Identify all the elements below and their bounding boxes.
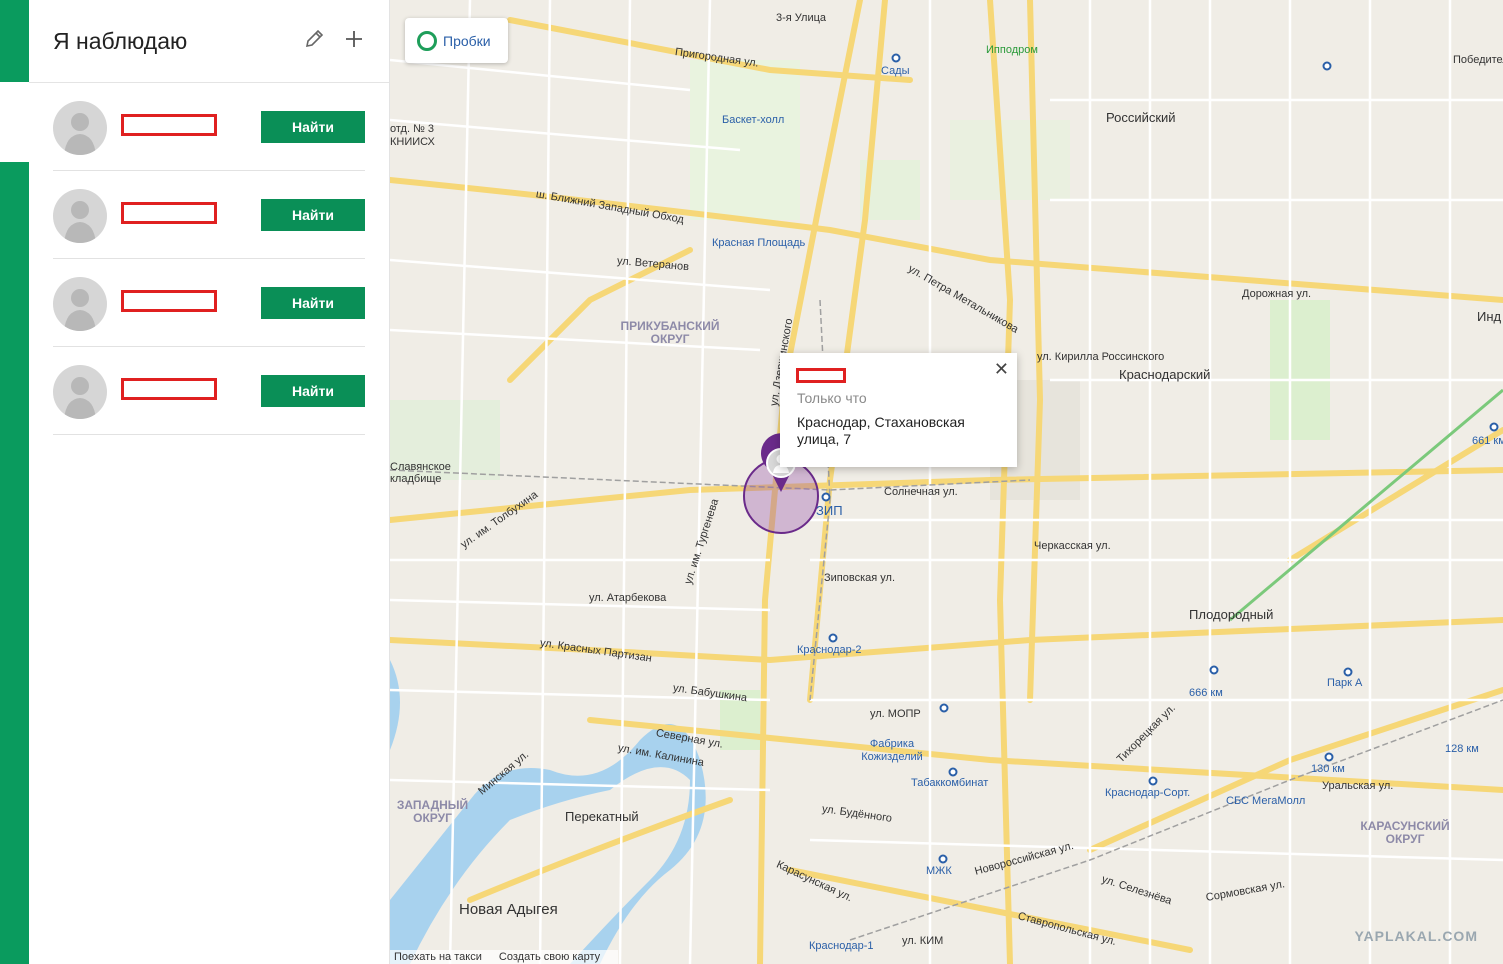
map-label: Парк А bbox=[1327, 677, 1363, 689]
map-label: Табаккомбинат bbox=[911, 777, 989, 789]
traffic-icon bbox=[417, 30, 437, 51]
avatar bbox=[53, 101, 107, 155]
popup-person-name bbox=[796, 368, 846, 383]
map-label: Победител bbox=[1453, 54, 1503, 66]
header-actions bbox=[303, 28, 365, 50]
find-button[interactable]: Найти bbox=[261, 111, 365, 143]
list-item[interactable]: Найти bbox=[53, 347, 365, 435]
popup-time: Только что bbox=[797, 390, 867, 406]
map-label: Краснодарский bbox=[1119, 367, 1211, 382]
map-label: Краснодар-2 bbox=[797, 644, 862, 656]
map-label: отд. № 3 bbox=[390, 123, 435, 135]
map-label: 130 км bbox=[1311, 763, 1345, 775]
map-label: 128 км bbox=[1445, 743, 1479, 755]
street-label: ул. Атарбекова bbox=[589, 592, 667, 604]
street-label: ул. Кирилла Россинского bbox=[1037, 351, 1165, 363]
map-background bbox=[390, 0, 1503, 964]
map-label: Российский bbox=[1106, 110, 1176, 125]
street-label: Солнечная ул. bbox=[884, 486, 958, 498]
plus-icon[interactable] bbox=[343, 28, 365, 50]
list-item[interactable]: Найти bbox=[53, 171, 365, 259]
watermark: YAPLAKAL.COM bbox=[1354, 928, 1478, 944]
map-label: Инд bbox=[1477, 309, 1502, 324]
map-label: Краснодар-Сорт. bbox=[1105, 787, 1191, 799]
map-label: Перекатный bbox=[565, 809, 639, 824]
map-label: Краснодар-1 bbox=[809, 940, 874, 952]
traffic-label: Пробки bbox=[443, 32, 491, 49]
map-label: КНИИСХ bbox=[390, 136, 435, 148]
avatar bbox=[53, 189, 107, 243]
map-attribution: Поехать на такси Создать свою карту bbox=[390, 950, 619, 964]
map-label: Сады bbox=[881, 65, 910, 77]
traffic-toggle[interactable]: Пробки bbox=[405, 18, 508, 63]
close-icon[interactable]: ✕ bbox=[994, 359, 1009, 380]
left-rail bbox=[0, 0, 29, 964]
rail-accent-bottom bbox=[0, 162, 29, 964]
map-label: ЗАПАДНЫЙ ОКРУГ bbox=[396, 798, 469, 825]
rail-accent-top bbox=[0, 0, 29, 82]
map-label: КАРАСУНСКИЙ ОКРУГ bbox=[1360, 819, 1450, 846]
map-label: Красная Площадь bbox=[712, 237, 806, 249]
map-label: Баскет-холл bbox=[722, 114, 785, 126]
street-label: ул. КИМ bbox=[902, 935, 944, 947]
panel-header: Я наблюдаю bbox=[29, 0, 389, 83]
map-label: СБС МегаМолл bbox=[1226, 795, 1306, 807]
street-label: 3-я Улица bbox=[776, 12, 827, 24]
avatar bbox=[53, 277, 107, 331]
map-view[interactable]: Пробки Ипподром Сады Баскет-холл Российс… bbox=[390, 0, 1503, 964]
create-map-link[interactable]: Создать свою карту bbox=[499, 951, 600, 963]
map-label: Плодородный bbox=[1189, 607, 1274, 622]
street-label: Дорожная ул. bbox=[1242, 288, 1312, 300]
street-label: Зиповская ул. bbox=[824, 572, 896, 584]
pencil-icon[interactable] bbox=[303, 28, 325, 50]
list-item[interactable]: Найти bbox=[53, 259, 365, 347]
taxi-link[interactable]: Поехать на такси bbox=[394, 951, 482, 963]
person-list: Найти Найти Найти Найти bbox=[53, 83, 365, 435]
map-label: Фабрика Кожизделий bbox=[861, 738, 923, 763]
popup-address: Краснодар, Стахановская улица, 7 bbox=[797, 414, 965, 447]
street-label: ул. МОПР bbox=[870, 708, 921, 720]
location-popup: ✕ Только что Краснодар, Стахановская ули… bbox=[780, 353, 1017, 467]
panel-title: Я наблюдаю bbox=[53, 27, 188, 54]
avatar bbox=[53, 365, 107, 419]
map-label: ПРИКУБАНСКИЙ ОКРУГ bbox=[620, 319, 720, 346]
street-label: Уральская ул. bbox=[1322, 780, 1394, 792]
street-label: Черкасская ул. bbox=[1034, 540, 1111, 552]
map-label: Ипподром bbox=[986, 44, 1038, 56]
map-label: 666 км bbox=[1189, 687, 1223, 699]
map-label: 661 км bbox=[1472, 435, 1503, 447]
person-name bbox=[121, 202, 217, 224]
find-button[interactable]: Найти bbox=[261, 199, 365, 231]
find-button[interactable]: Найти bbox=[261, 375, 365, 407]
find-button[interactable]: Найти bbox=[261, 287, 365, 319]
map-label: МЖК bbox=[926, 865, 952, 877]
person-name bbox=[121, 290, 217, 312]
person-name bbox=[121, 114, 217, 136]
list-item[interactable]: Найти bbox=[53, 83, 365, 171]
person-name bbox=[121, 378, 217, 400]
map-label: Новая Адыгея bbox=[459, 901, 558, 918]
map-label: ЗИП bbox=[816, 503, 843, 518]
map-label: Славянское кладбище bbox=[390, 461, 451, 485]
watch-panel: Я наблюдаю Найти Найти Найти Найти bbox=[29, 0, 390, 964]
